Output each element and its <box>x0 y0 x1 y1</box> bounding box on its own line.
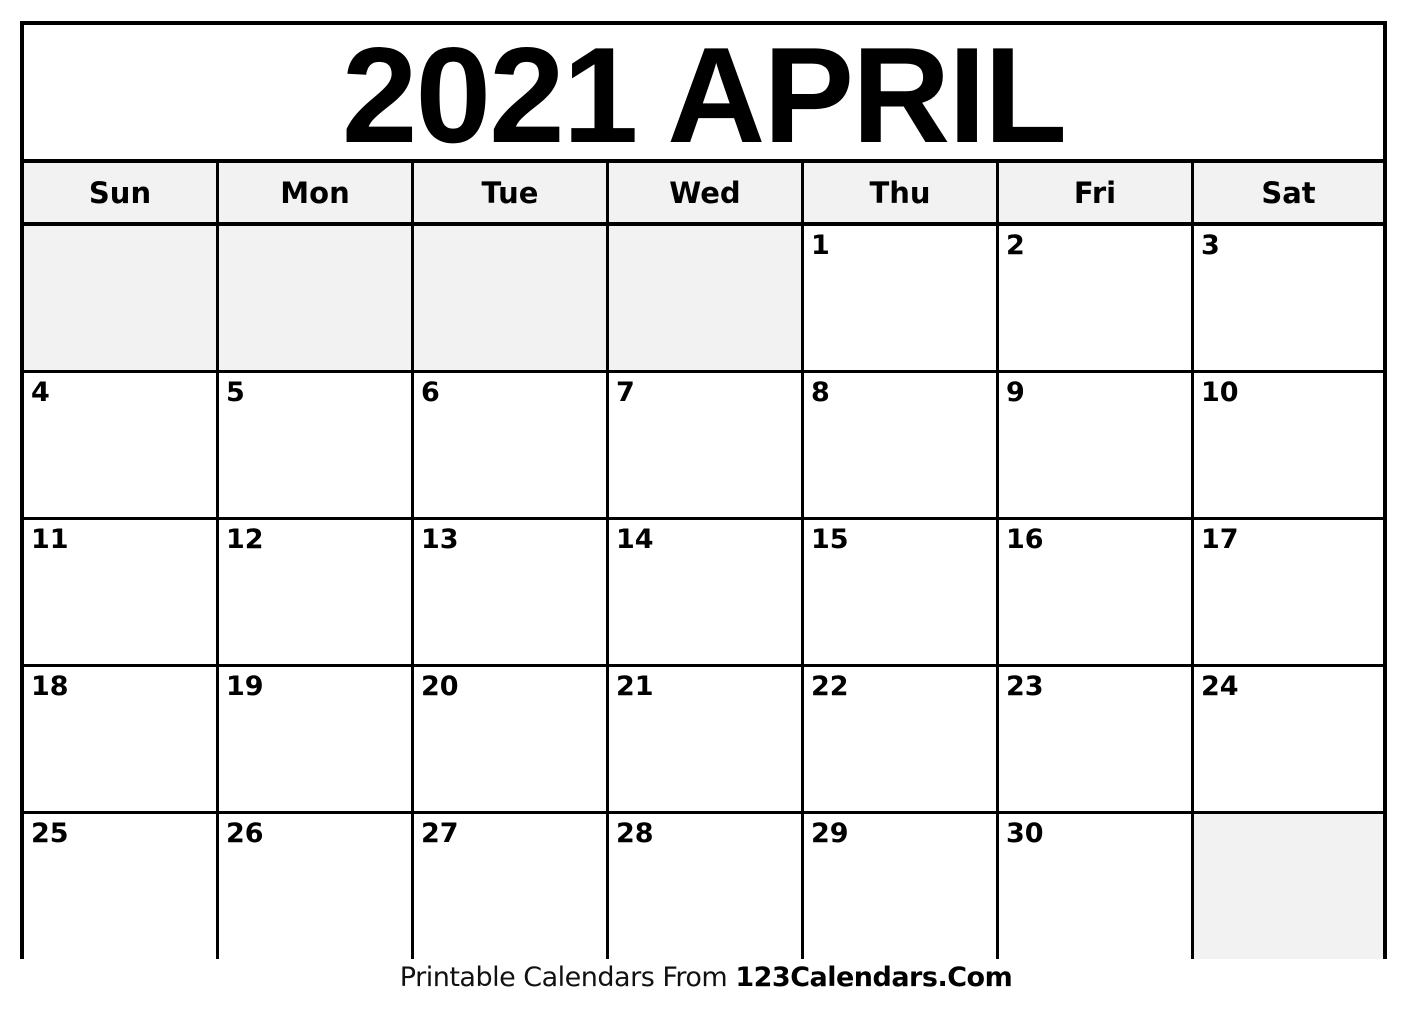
footer-credit: Printable Calendars From 123Calendars.Co… <box>0 962 1412 993</box>
day-cell: 30 <box>999 814 1194 959</box>
day-cell: 29 <box>804 814 999 959</box>
calendar-frame: 2021 APRIL Sun Mon Tue Wed Thu Fri Sat 1234567… <box>20 21 1387 959</box>
day-cell: 25 <box>24 814 219 959</box>
day-cell: 9 <box>999 373 1194 517</box>
week-row: 25 26 27 28 29 30 <box>24 814 1383 959</box>
day-cell: 27 <box>414 814 609 959</box>
footer-brand-link[interactable]: 123Calendars.Com <box>735 962 1012 993</box>
day-number: 22 <box>811 671 849 702</box>
day-cell: 2 <box>999 226 1194 370</box>
empty-day-cell <box>219 226 414 370</box>
day-number: 29 <box>811 818 849 849</box>
day-number: 11 <box>31 524 69 555</box>
weekday-header-wed: Wed <box>609 163 804 222</box>
day-number: 30 <box>1006 818 1044 849</box>
day-number: 13 <box>421 524 459 555</box>
empty-day-cell <box>24 226 219 370</box>
day-number: 28 <box>616 818 654 849</box>
day-cell: 17 <box>1194 520 1383 664</box>
day-number: 3 <box>1201 230 1220 261</box>
month-year-heading: 2021 APRIL <box>341 19 1067 171</box>
day-cell: 13 <box>414 520 609 664</box>
day-number: 25 <box>31 818 69 849</box>
footer-prefix: Printable Calendars From <box>399 962 736 993</box>
day-number: 18 <box>31 671 69 702</box>
day-number: 24 <box>1201 671 1239 702</box>
week-row: 1 2 3 <box>24 226 1383 373</box>
day-cell: 28 <box>609 814 804 959</box>
day-number: 4 <box>31 377 50 408</box>
day-cell: 26 <box>219 814 414 959</box>
calendar-title: 2021 APRIL <box>24 25 1383 163</box>
day-cell: 3 <box>1194 226 1383 370</box>
day-cell: 7 <box>609 373 804 517</box>
day-number: 2 <box>1006 230 1025 261</box>
weekday-header-row: Sun Mon Tue Wed Thu Fri Sat <box>24 163 1383 226</box>
day-cell: 16 <box>999 520 1194 664</box>
day-cell: 1 <box>804 226 999 370</box>
empty-day-cell <box>1194 814 1383 959</box>
weekday-header-sat: Sat <box>1261 175 1316 210</box>
day-number: 23 <box>1006 671 1044 702</box>
weeks-container: 1 2 3 4 5 6 7 8 9 10 11 12 13 14 15 16 17 18 19 20 21 22 23 24 2… <box>24 226 1383 959</box>
day-cell: 20 <box>414 667 609 811</box>
day-number: 16 <box>1006 524 1044 555</box>
day-cell: 22 <box>804 667 999 811</box>
day-cell: 14 <box>609 520 804 664</box>
day-cell: 6 <box>414 373 609 517</box>
empty-day-cell <box>609 226 804 370</box>
day-number: 1 <box>811 230 830 261</box>
day-cell: 18 <box>24 667 219 811</box>
day-number: 12 <box>226 524 264 555</box>
weekday-header-tue: Tue <box>414 163 609 222</box>
day-cell: 23 <box>999 667 1194 811</box>
day-number: 20 <box>421 671 459 702</box>
day-number: 9 <box>1006 377 1025 408</box>
week-row: 4 5 6 7 8 9 10 <box>24 373 1383 520</box>
day-cell: 15 <box>804 520 999 664</box>
day-number: 19 <box>226 671 264 702</box>
week-row: 18 19 20 21 22 23 24 <box>24 667 1383 814</box>
day-number: 7 <box>616 377 635 408</box>
day-cell: 4 <box>24 373 219 517</box>
day-number: 15 <box>811 524 849 555</box>
weekday-header-mon: Mon <box>219 163 414 222</box>
weekday-header-thu: Thu <box>804 163 999 222</box>
day-number: 8 <box>811 377 830 408</box>
day-number: 6 <box>421 377 440 408</box>
day-cell: 19 <box>219 667 414 811</box>
day-cell: 5 <box>219 373 414 517</box>
day-cell: 24 <box>1194 667 1383 811</box>
weekday-header-sun: Sun <box>24 163 219 222</box>
day-number: 17 <box>1201 524 1239 555</box>
day-cell: 21 <box>609 667 804 811</box>
day-number: 10 <box>1201 377 1239 408</box>
day-number: 14 <box>616 524 654 555</box>
day-number: 26 <box>226 818 264 849</box>
day-cell: 11 <box>24 520 219 664</box>
day-cell: 12 <box>219 520 414 664</box>
day-cell: 8 <box>804 373 999 517</box>
day-number: 27 <box>421 818 459 849</box>
day-number: 21 <box>616 671 654 702</box>
calendar-grid: Sun Mon Tue Wed Thu Fri Sat 1 2 3 4 5 6 7 8 9 10 11 12 13 1… <box>24 159 1383 959</box>
week-row: 11 12 13 14 15 16 17 <box>24 520 1383 667</box>
empty-day-cell <box>414 226 609 370</box>
day-number: 5 <box>226 377 245 408</box>
weekday-header-fri: Fri <box>999 163 1194 222</box>
day-cell: 10 <box>1194 373 1383 517</box>
